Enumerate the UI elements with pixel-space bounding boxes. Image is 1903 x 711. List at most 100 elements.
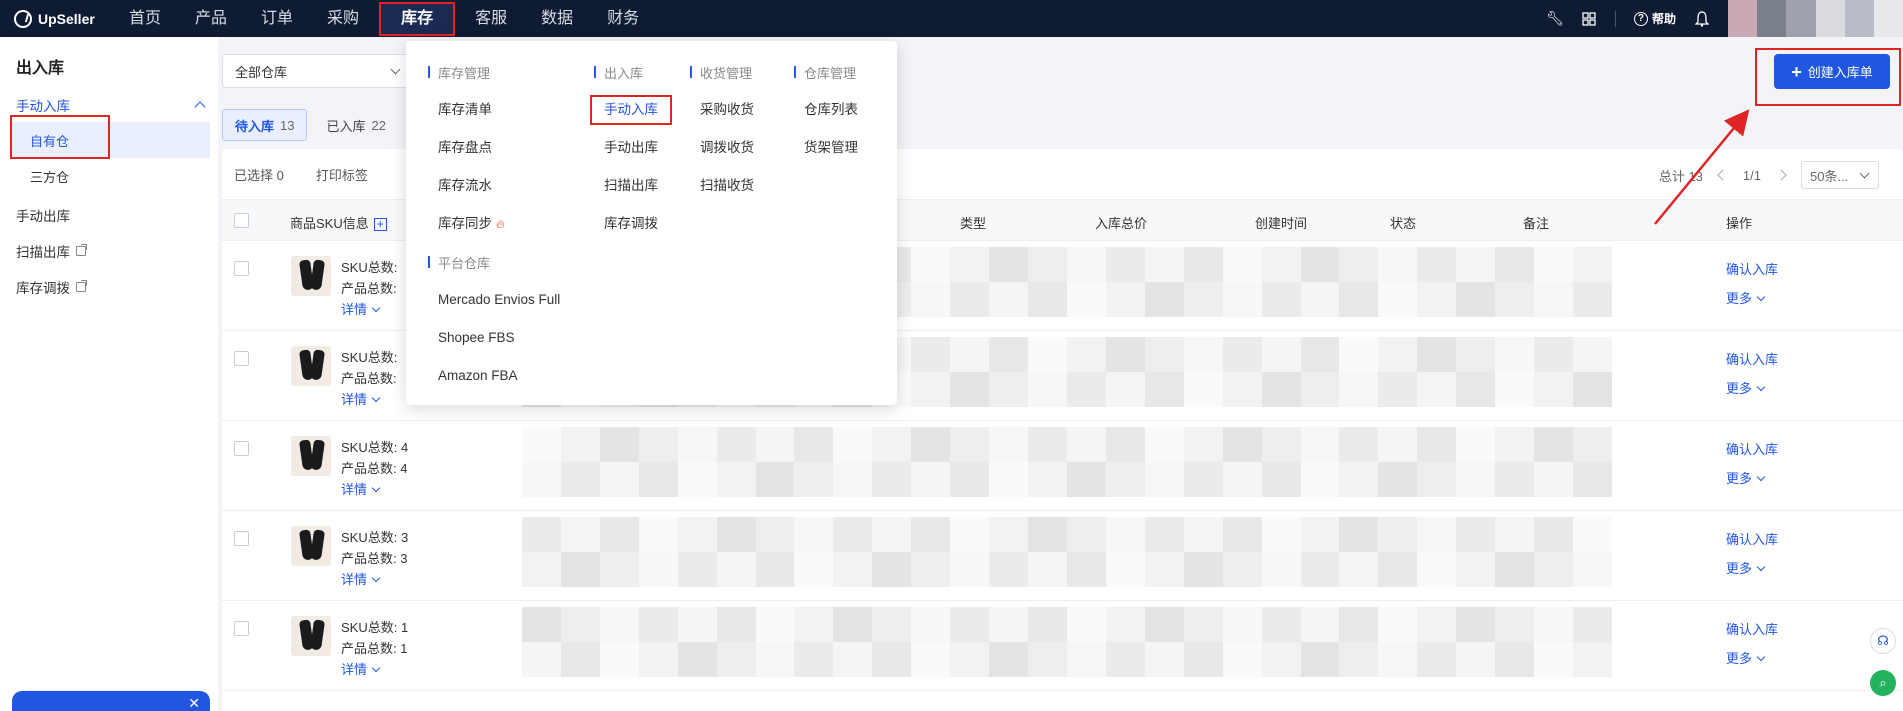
chevron-down-icon — [1756, 292, 1766, 302]
product-count: 产品总数: 4 — [341, 461, 408, 476]
pagination: 总计 13 1/1 50条... — [1659, 161, 1879, 189]
bell-icon[interactable] — [1694, 10, 1710, 27]
menu-item-transfer-receiving[interactable]: 调拨收货 — [690, 129, 790, 167]
menu-item-stock-flow[interactable]: 库存流水 — [428, 167, 578, 205]
sidebar-item-manual-outbound[interactable]: 手动出库 — [16, 205, 70, 225]
select-all-checkbox[interactable] — [234, 213, 249, 228]
row-checkbox[interactable] — [234, 261, 249, 276]
tab-pending-inbound[interactable]: 待入库 13 — [222, 109, 308, 141]
nav-item-inventory[interactable]: 库存 — [379, 1, 456, 36]
nav-item-home[interactable]: 首页 — [112, 0, 178, 37]
menu-item-stocktake[interactable]: 库存盘点 — [428, 129, 578, 167]
menu-item-amazon-fba[interactable]: Amazon FBA — [428, 357, 578, 395]
nav-item-purchase[interactable]: 采购 — [310, 0, 376, 37]
menu-item-stock-transfer[interactable]: 库存调拨 — [594, 205, 694, 243]
wrench-icon[interactable]: 🔧︎ — [1546, 10, 1564, 27]
sidebar-item-label: 手动出库 — [16, 209, 70, 224]
details-toggle[interactable]: 详情 — [341, 299, 397, 320]
sku-info: SKU总数: 4 产品总数: 4 详情 — [341, 437, 408, 500]
menu-item-warehouse-list[interactable]: 仓库列表 — [794, 91, 894, 129]
sku-count: SKU总数: 1 — [341, 620, 409, 635]
more-label: 更多 — [1726, 561, 1753, 576]
print-label-button[interactable]: 打印标签 — [316, 165, 368, 184]
page-size-value: 50条... — [1810, 168, 1849, 184]
menu-item-shelf-management[interactable]: 货架管理 — [794, 129, 894, 167]
menu-item-shopee-fbs[interactable]: Shopee FBS — [428, 319, 578, 357]
menu-item-inventory-list[interactable]: 库存清单 — [428, 91, 578, 129]
plus-icon: + — [1791, 61, 1802, 82]
row-checkbox[interactable] — [234, 531, 249, 546]
nav-item-finance[interactable]: 财务 — [590, 0, 656, 37]
confirm-inbound-link[interactable]: 确认入库 — [1726, 255, 1778, 284]
sku-info: SKU总数: 产品总数: 详情 — [341, 257, 397, 320]
selected-count: 已选择 0 — [234, 167, 284, 183]
help-label: 帮助 — [1651, 12, 1676, 26]
menu-item-purchase-receiving[interactable]: 采购收货 — [690, 91, 790, 129]
help-button[interactable]: ? 帮助 — [1633, 10, 1676, 27]
sidebar-item-stock-transfer[interactable]: 库存调拨 — [16, 277, 87, 297]
menu-item-scan-receiving[interactable]: 扫描收货 — [690, 167, 790, 205]
sidebar-item-own-warehouse[interactable]: 自有仓 — [12, 122, 210, 158]
menu-item-mercado-envios-full[interactable]: Mercado Envios Full — [428, 281, 578, 319]
chevron-down-icon — [390, 64, 401, 75]
menu-item-scan-outbound[interactable]: 扫描出库 — [594, 167, 694, 205]
sku-count: SKU总数: — [341, 260, 398, 275]
add-column-icon[interactable]: + — [373, 218, 387, 232]
more-actions-link[interactable]: 更多 — [1726, 284, 1778, 313]
more-actions-link[interactable]: 更多 — [1726, 374, 1778, 403]
menu-item-stock-sync[interactable]: 库存同步 🔥︎ — [428, 205, 578, 243]
chevron-up-icon — [194, 101, 206, 113]
nav-item-orders[interactable]: 订单 — [244, 0, 310, 37]
details-toggle[interactable]: 详情 — [341, 659, 408, 680]
dropdown-section-title: 收货管理 — [690, 53, 790, 91]
chevron-down-icon — [1859, 168, 1870, 179]
sidebar-group-manual-inbound[interactable]: 手动入库 — [16, 95, 206, 115]
row-checkbox[interactable] — [234, 351, 249, 366]
product-count: 产品总数: — [341, 281, 397, 296]
help-icon: ? — [1633, 11, 1648, 26]
confirm-inbound-link[interactable]: 确认入库 — [1726, 525, 1778, 554]
row-actions: 确认入库 更多 — [1726, 255, 1778, 313]
confirm-inbound-link[interactable]: 确认入库 — [1726, 345, 1778, 374]
row-checkbox[interactable] — [234, 441, 249, 456]
main-menu: 首页 产品 订单 采购 库存 客服 数据 财务 — [112, 0, 656, 37]
pager-total: 总计 13 — [1658, 168, 1703, 184]
prev-page-icon[interactable] — [1717, 169, 1729, 181]
row-checkbox[interactable] — [234, 621, 249, 636]
details-toggle[interactable]: 详情 — [341, 569, 408, 590]
nav-item-service[interactable]: 客服 — [458, 0, 524, 37]
details-toggle[interactable]: 详情 — [341, 389, 397, 410]
logo-text: UpSeller — [38, 10, 95, 27]
details-label: 详情 — [341, 482, 368, 497]
confirm-inbound-link[interactable]: 确认入库 — [1726, 615, 1778, 644]
product-thumbnail — [291, 346, 331, 386]
headset-support-icon[interactable]: ☊ — [1870, 628, 1896, 654]
account-avatar[interactable] — [1728, 0, 1903, 37]
warehouse-select[interactable]: 全部仓库 — [222, 54, 410, 88]
nav-item-products[interactable]: 产品 — [178, 0, 244, 37]
close-icon[interactable]: ✕ — [188, 695, 200, 711]
next-page-icon[interactable] — [1775, 169, 1787, 181]
menu-item-manual-inbound[interactable]: 手动入库 — [586, 91, 676, 129]
dropdown-section-title: 平台仓库 — [428, 243, 578, 281]
more-actions-link[interactable]: 更多 — [1726, 464, 1778, 493]
chevron-down-icon — [371, 393, 381, 403]
more-label: 更多 — [1726, 381, 1753, 396]
top-nav: UpSeller 首页 产品 订单 采购 库存 客服 数据 财务 🔧︎ ? 帮助 — [0, 0, 1903, 37]
sidebar-title: 出入库 — [16, 60, 65, 77]
more-actions-link[interactable]: 更多 — [1726, 644, 1778, 673]
tab-inbound-done[interactable]: 已入库 22 — [313, 109, 398, 141]
chat-search-icon[interactable]: ⌕ — [1870, 670, 1896, 696]
nav-item-data[interactable]: 数据 — [524, 0, 590, 37]
menu-item-manual-outbound[interactable]: 手动出库 — [594, 129, 694, 167]
sidebar-item-scan-outbound[interactable]: 扫描出库 — [16, 241, 87, 261]
confirm-inbound-link[interactable]: 确认入库 — [1726, 435, 1778, 464]
sidebar-item-third-party-warehouse[interactable]: 三方仓 — [12, 158, 210, 194]
apps-grid-icon[interactable] — [1581, 11, 1597, 27]
details-toggle[interactable]: 详情 — [341, 479, 408, 500]
logo[interactable]: UpSeller — [0, 9, 112, 28]
create-inbound-button[interactable]: + 创建入库单 — [1774, 54, 1890, 89]
sidebar-banner[interactable]: ✕ — [12, 691, 210, 711]
page-size-select[interactable]: 50条... — [1801, 161, 1879, 189]
more-actions-link[interactable]: 更多 — [1726, 554, 1778, 583]
